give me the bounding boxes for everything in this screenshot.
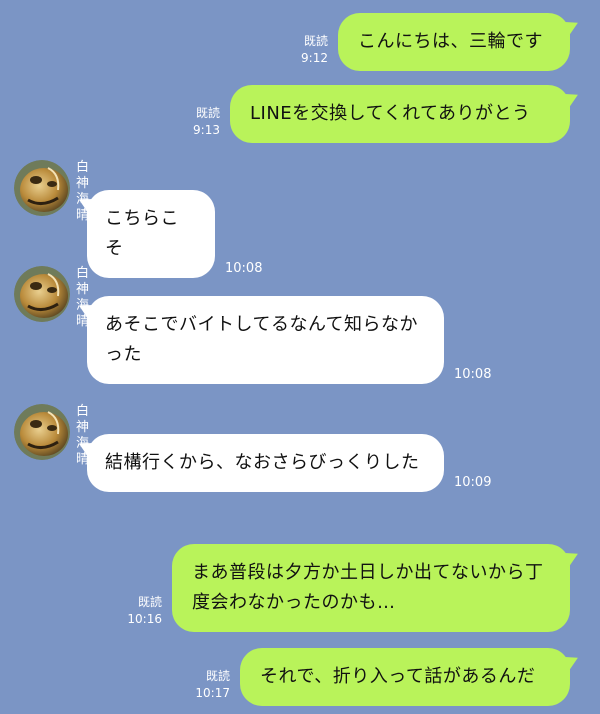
- golden-mask-avatar[interactable]: [14, 160, 70, 216]
- message-bubble[interactable]: こちらこそ: [87, 190, 215, 278]
- message-text: こんにちは、三輪です: [358, 31, 543, 52]
- message-time: 10:08: [454, 367, 492, 382]
- avatar-icon: [14, 404, 70, 460]
- message-bubble[interactable]: LINEを交換してくれてありがとう: [230, 85, 570, 143]
- message-meta: 既読 10:17: [195, 668, 230, 702]
- avatar-icon: [14, 160, 70, 216]
- message-text: LINEを交換してくれてありがとう: [250, 103, 531, 124]
- message-text: あそこでバイトしてるなんて知らなかった: [105, 314, 419, 365]
- message-sent: 既読 10:17 それで、折り入って話があるんだ: [195, 648, 570, 706]
- message-sent: 既読 9:12 こんにちは、三輪です: [301, 13, 570, 71]
- message-meta: 既読 9:12: [301, 33, 328, 67]
- read-receipt: 既読: [205, 669, 230, 683]
- message-meta: 既読 10:16: [127, 594, 162, 628]
- message-time: 9:13: [193, 123, 220, 137]
- read-receipt: 既読: [303, 34, 328, 48]
- read-receipt: 既読: [137, 595, 162, 609]
- message-meta: 既読 9:13: [193, 105, 220, 139]
- message-row: こちらこそ 10:08: [87, 190, 262, 278]
- read-receipt: 既読: [195, 106, 220, 120]
- message-text: まあ普段は夕方か土日しか出てないから丁度会わなかったのかも…: [192, 562, 544, 613]
- chat-thread[interactable]: 既読 9:12 こんにちは、三輪です 既読 9:13 LINEを交換してくれてあ…: [0, 0, 600, 714]
- message-bubble[interactable]: それで、折り入って話があるんだ: [240, 648, 570, 706]
- message-time: 10:17: [195, 686, 230, 700]
- message-bubble[interactable]: あそこでバイトしてるなんて知らなかった: [87, 296, 444, 384]
- message-row: あそこでバイトしてるなんて知らなかった 10:08: [87, 296, 491, 384]
- message-bubble[interactable]: 結構行くから、なおさらびっくりした: [87, 434, 444, 492]
- message-time: 10:08: [225, 261, 263, 276]
- message-text: 結構行くから、なおさらびっくりした: [105, 452, 420, 473]
- avatar-icon: [14, 266, 70, 322]
- message-row: 結構行くから、なおさらびっくりした 10:09: [87, 434, 491, 492]
- message-text: こちらこそ: [105, 208, 179, 259]
- golden-mask-avatar[interactable]: [14, 404, 70, 460]
- message-sent: 既読 10:16 まあ普段は夕方か土日しか出てないから丁度会わなかったのかも…: [127, 544, 570, 632]
- golden-mask-avatar[interactable]: [14, 266, 70, 322]
- message-bubble[interactable]: まあ普段は夕方か土日しか出てないから丁度会わなかったのかも…: [172, 544, 570, 632]
- message-sent: 既読 9:13 LINEを交換してくれてありがとう: [193, 85, 570, 143]
- message-text: それで、折り入って話があるんだ: [260, 666, 536, 687]
- message-time: 10:16: [127, 612, 162, 626]
- message-time: 10:09: [454, 475, 492, 490]
- message-bubble[interactable]: こんにちは、三輪です: [338, 13, 570, 71]
- message-time: 9:12: [301, 51, 328, 65]
